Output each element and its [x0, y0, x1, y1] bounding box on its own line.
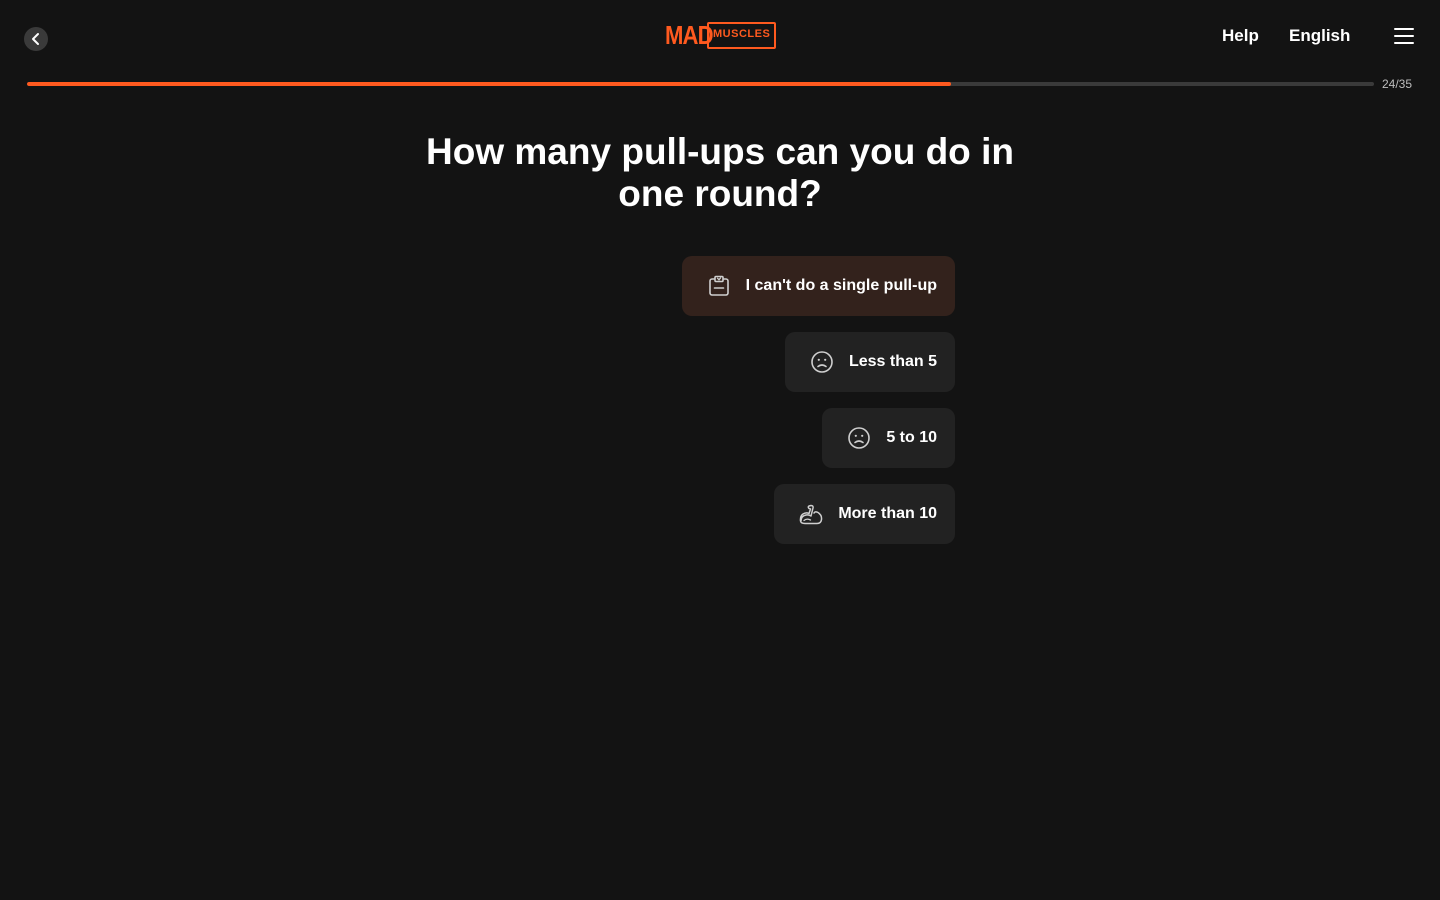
- chevron-left-icon: [32, 33, 39, 45]
- answer-option-label: I can't do a single pull-up: [745, 277, 937, 294]
- language-selector[interactable]: English: [1289, 26, 1350, 46]
- logo-muscles-text: MUSCLES: [707, 22, 777, 49]
- logo[interactable]: MAD MUSCLES: [665, 20, 777, 50]
- sad-face-icon: [846, 425, 872, 451]
- answer-options: I can't do a single pull-up Less than 5: [681, 256, 955, 544]
- back-button[interactable]: [24, 27, 48, 51]
- answer-option-none[interactable]: I can't do a single pull-up: [681, 256, 955, 316]
- progress-bar-fill: [27, 82, 951, 86]
- quiz-page: MAD MUSCLES Help English 24/35 How many …: [0, 0, 1440, 900]
- answer-option-more-than-10[interactable]: More than 10: [774, 484, 955, 544]
- answer-option-less-than-5[interactable]: Less than 5: [784, 332, 955, 392]
- question-title: How many pull-ups can you do in one roun…: [426, 131, 1014, 214]
- help-link[interactable]: Help: [1222, 26, 1259, 46]
- answer-option-label: 5 to 10: [886, 429, 937, 446]
- logo-mad-text: MAD: [665, 20, 714, 50]
- progress-counter: 24/35: [1382, 77, 1413, 91]
- flexed-bicep-icon: [798, 501, 824, 527]
- progress-bar: [27, 82, 1374, 86]
- answer-option-5-to-10[interactable]: 5 to 10: [822, 408, 955, 468]
- sad-face-icon: [809, 349, 835, 375]
- answer-option-label: More than 10: [838, 505, 937, 522]
- answer-option-label: Less than 5: [848, 353, 937, 370]
- hamburger-menu-icon[interactable]: [1394, 28, 1414, 44]
- clipboard-icon: [706, 273, 732, 299]
